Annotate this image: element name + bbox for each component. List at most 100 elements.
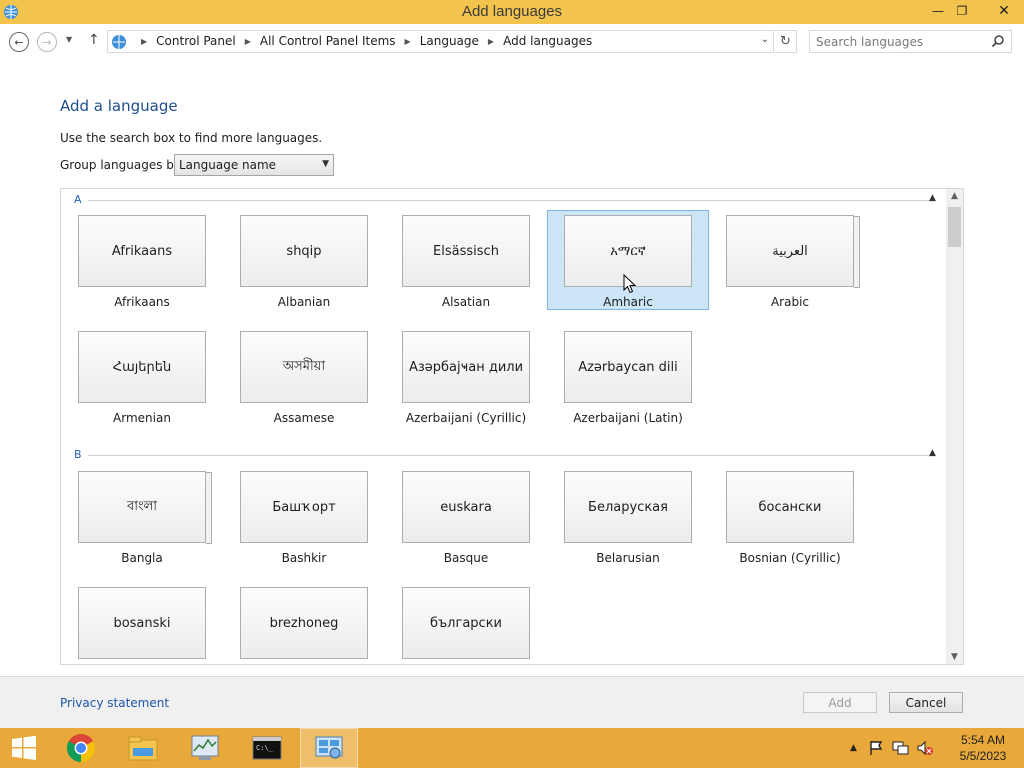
group-by-value: Language name	[179, 158, 277, 172]
language-tile[interactable]: shqip	[240, 215, 368, 287]
language-item-basque[interactable]: euskara Basque	[385, 467, 547, 567]
language-item-bulgarian[interactable]: български	[385, 583, 547, 664]
show-hidden-icons-icon[interactable]: ▲	[850, 743, 857, 753]
language-tile[interactable]: Azərbaycan dili	[564, 331, 692, 403]
chevron-down-icon[interactable]: ⌄	[761, 34, 769, 45]
action-center-flag-icon[interactable]	[868, 740, 884, 756]
language-tile[interactable]: Afrikaans	[78, 215, 206, 287]
taskbar: C:\_ ▲ 5:54 AM 5/5/2023	[0, 728, 1024, 768]
group-by-select[interactable]: Language name ▼	[174, 154, 334, 176]
command-prompt-icon: C:\_	[252, 736, 282, 760]
search-box[interactable]	[809, 30, 1012, 53]
language-name: Bashkir	[281, 551, 327, 565]
group-by-label: Group languages by:	[60, 158, 185, 172]
add-button[interactable]: Add	[803, 692, 877, 713]
language-tile[interactable]: অসমীয়া	[240, 331, 368, 403]
language-tile[interactable]: Башҡорт	[240, 471, 368, 543]
collapse-group-button[interactable]: ▲	[929, 193, 936, 203]
search-icon[interactable]	[991, 34, 1005, 48]
start-button[interactable]	[0, 728, 48, 768]
language-name: Assamese	[273, 411, 335, 425]
language-tile[interactable]: brezhoneg	[240, 587, 368, 659]
language-name: Amharic	[603, 295, 653, 309]
language-tile[interactable]: bosanski	[78, 587, 206, 659]
language-item-bashkir[interactable]: Башҡорт Bashkir	[223, 467, 385, 567]
svg-text:C:\_: C:\_	[256, 744, 274, 752]
language-item-bosnian-cyrillic[interactable]: босански Bosnian (Cyrillic)	[709, 467, 871, 567]
taskbar-performance-monitor[interactable]	[176, 728, 234, 768]
up-button[interactable]: ↑	[88, 32, 100, 48]
search-input[interactable]	[810, 31, 990, 52]
dialog-footer: Privacy statement Add Cancel	[0, 676, 1024, 728]
cancel-button[interactable]: Cancel	[889, 692, 963, 713]
back-button[interactable]: ←	[9, 32, 29, 52]
arrow-left-icon: ←	[14, 35, 24, 49]
clock-time: 5:54 AM	[960, 733, 1006, 747]
language-name: Belarusian	[596, 551, 660, 565]
language-item-amharic[interactable]: አማርኛ Amharic	[547, 210, 709, 310]
clock-date: 5/5/2023	[959, 749, 1007, 763]
language-name: Armenian	[113, 411, 171, 425]
system-tray: ▲	[850, 728, 934, 768]
language-item-bangla[interactable]: বাংলা Bangla	[61, 467, 223, 567]
group-divider	[88, 200, 935, 201]
language-tile[interactable]: Азәрбајҹан дили	[402, 331, 530, 403]
breadcrumb: ▶ Control Panel ▶ All Control Panel Item…	[132, 34, 592, 48]
language-tile[interactable]: বাংলা	[78, 471, 212, 544]
chevron-right-icon: ▶	[487, 36, 495, 46]
chevron-right-icon: ▶	[404, 36, 411, 46]
breadcrumb-language[interactable]: Language	[420, 34, 479, 48]
scroll-down-button[interactable]: ▼	[946, 652, 963, 662]
network-icon[interactable]	[892, 740, 910, 756]
taskbar-clock[interactable]: 5:54 AM 5/5/2023	[952, 732, 1014, 764]
arrow-right-icon: →	[42, 35, 52, 49]
group-header-b: B ▲	[74, 448, 946, 462]
language-list: A ▲ Afrikaans Afrikaans shqip Albanian E…	[60, 188, 964, 665]
maximize-button[interactable]: ❐	[947, 0, 977, 22]
collapse-group-button[interactable]: ▲	[929, 448, 936, 458]
language-tile[interactable]: Беларуская	[564, 471, 692, 543]
chevron-down-icon: ▼	[322, 159, 329, 169]
language-item-arabic[interactable]: العربية Arabic	[709, 211, 871, 311]
scrollbar-thumb[interactable]	[948, 207, 961, 247]
vertical-scrollbar[interactable]: ▲ ▼	[946, 189, 963, 664]
language-name: Bangla	[121, 551, 163, 565]
group-divider	[88, 455, 935, 456]
breadcrumb-all-items[interactable]: All Control Panel Items	[260, 34, 396, 48]
recent-locations-dropdown[interactable]: ▼	[66, 35, 72, 44]
language-item-breton[interactable]: brezhoneg	[223, 583, 385, 664]
language-item-afrikaans[interactable]: Afrikaans Afrikaans	[61, 211, 223, 311]
language-tile[interactable]: Elsässisch	[402, 215, 530, 287]
language-item-bosnian-latin[interactable]: bosanski	[61, 583, 223, 664]
volume-muted-icon[interactable]	[916, 740, 934, 756]
taskbar-control-panel[interactable]	[300, 728, 358, 768]
refresh-button[interactable]: ↻	[775, 30, 797, 53]
language-tile[interactable]: euskara	[402, 471, 530, 543]
language-tile[interactable]: босански	[726, 471, 854, 543]
close-button[interactable]: ✕	[989, 0, 1019, 22]
privacy-statement-link[interactable]: Privacy statement	[60, 696, 169, 710]
breadcrumb-add-languages[interactable]: Add languages	[503, 34, 592, 48]
language-item-alsatian[interactable]: Elsässisch Alsatian	[385, 211, 547, 311]
language-item-armenian[interactable]: Հայերեն Armenian	[61, 327, 223, 427]
language-tile[interactable]: Հայերեն	[78, 331, 206, 403]
start-icon	[12, 735, 36, 760]
language-item-albanian[interactable]: shqip Albanian	[223, 211, 385, 311]
language-tile[interactable]: български	[402, 587, 530, 659]
language-item-assamese[interactable]: অসমীয়া Assamese	[223, 327, 385, 427]
taskbar-file-explorer[interactable]	[114, 728, 172, 768]
language-name: Basque	[443, 551, 489, 565]
group-letter: A	[74, 193, 82, 206]
breadcrumb-control-panel[interactable]: Control Panel	[156, 34, 236, 48]
language-item-azerbaijani-cyrillic[interactable]: Азәрбајҹан дили Azerbaijani (Cyrillic)	[385, 327, 547, 427]
control-panel-icon	[315, 736, 343, 759]
language-name: Azerbaijani (Cyrillic)	[405, 411, 527, 425]
taskbar-command-prompt[interactable]: C:\_	[238, 728, 296, 768]
forward-button[interactable]: →	[37, 32, 57, 52]
language-item-belarusian[interactable]: Беларуская Belarusian	[547, 467, 709, 567]
taskbar-chrome[interactable]	[52, 728, 110, 768]
scroll-up-button[interactable]: ▲	[946, 191, 963, 201]
language-tile[interactable]: العربية	[726, 215, 860, 288]
language-item-azerbaijani-latin[interactable]: Azərbaycan dili Azerbaijani (Latin)	[547, 327, 709, 427]
address-bar[interactable]: ▶ Control Panel ▶ All Control Panel Item…	[107, 30, 774, 53]
